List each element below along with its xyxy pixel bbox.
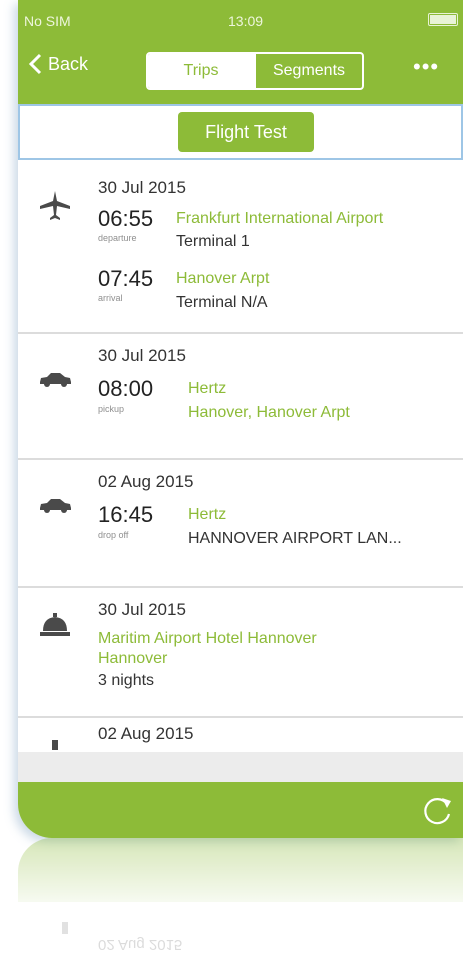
list-footer <box>18 752 463 782</box>
hotel-name: Maritim Airport Hotel Hannover <box>98 630 317 647</box>
dropoff-label: drop off <box>98 530 129 540</box>
trip-filter-button[interactable]: Flight Test <box>178 112 314 152</box>
list-item-hotel[interactable]: 02 Aug 2015 <box>18 718 463 752</box>
reflection-icon <box>62 922 68 934</box>
car-icon <box>40 373 71 387</box>
item-date: 30 Jul 2015 <box>98 600 186 619</box>
arrival-time: 07:45 <box>98 266 154 291</box>
tab-trips[interactable]: Trips <box>148 54 254 88</box>
nav-bar: Back Trips Segments ••• <box>18 38 463 104</box>
pickup-time: 08:00 <box>98 376 154 401</box>
departure-time: 06:55 <box>98 206 154 231</box>
item-date: 02 Aug 2015 <box>98 472 194 491</box>
back-button[interactable]: Back <box>28 53 88 75</box>
rental-company: Hertz <box>188 380 227 397</box>
screen-reflection: 02 Aug 2015 <box>18 838 463 960</box>
departure-label: departure <box>98 233 137 243</box>
hotel-nights: 3 nights <box>98 672 155 689</box>
list-item-car-dropoff[interactable]: 02 Aug 2015 16:45 drop off Hertz HANNOVE… <box>18 460 463 588</box>
list-item-flight[interactable]: 30 Jul 2015 06:55 departure Frankfurt In… <box>18 162 463 334</box>
segmented-control: Trips Segments <box>146 52 364 90</box>
status-bar: No SIM 13:09 <box>18 0 463 38</box>
list-item-hotel[interactable]: 30 Jul 2015 Maritim Airport Hotel Hannov… <box>18 588 463 718</box>
carrier-label: No SIM <box>24 13 71 29</box>
hotel-bell-icon <box>40 613 70 636</box>
reflection-toolbar <box>18 838 463 902</box>
rental-company: Hertz <box>188 506 227 523</box>
car-icon <box>40 499 71 513</box>
pickup-location: Hanover, Hanover Arpt <box>188 404 350 421</box>
refresh-icon[interactable] <box>420 794 454 828</box>
pickup-label: pickup <box>98 404 125 414</box>
hotel-city: Hannover <box>98 650 168 667</box>
app-screen: No SIM 13:09 Back Trips Segments ••• Fli… <box>18 0 463 838</box>
arrival-terminal: Terminal N/A <box>176 294 268 311</box>
item-date: 30 Jul 2015 <box>98 178 186 197</box>
departure-airport: Frankfurt International Airport <box>176 210 384 227</box>
list-item-car-pickup[interactable]: 30 Jul 2015 08:00 pickup Hertz Hanover, … <box>18 334 463 460</box>
back-chevron-icon <box>28 53 42 75</box>
filter-bar: Flight Test <box>18 104 463 160</box>
arrival-label: arrival <box>98 293 123 303</box>
tab-segments[interactable]: Segments <box>254 54 362 88</box>
dropoff-location: HANNOVER AIRPORT LAN... <box>188 530 402 547</box>
hotel-bell-icon <box>52 740 58 750</box>
departure-terminal: Terminal 1 <box>176 233 250 250</box>
battery-icon <box>428 13 458 26</box>
back-label: Back <box>48 53 89 74</box>
reflection-date: 02 Aug 2015 <box>98 936 183 953</box>
bottom-toolbar <box>18 782 463 838</box>
clock: 13:09 <box>228 13 264 29</box>
item-date: 30 Jul 2015 <box>98 346 186 365</box>
airplane-icon <box>40 191 70 220</box>
dropoff-time: 16:45 <box>98 502 154 527</box>
arrival-airport: Hanover Arpt <box>176 270 270 287</box>
item-date: 02 Aug 2015 <box>98 724 194 743</box>
segment-list: 30 Jul 2015 06:55 departure Frankfurt In… <box>18 162 463 752</box>
more-button[interactable]: ••• <box>413 54 439 80</box>
